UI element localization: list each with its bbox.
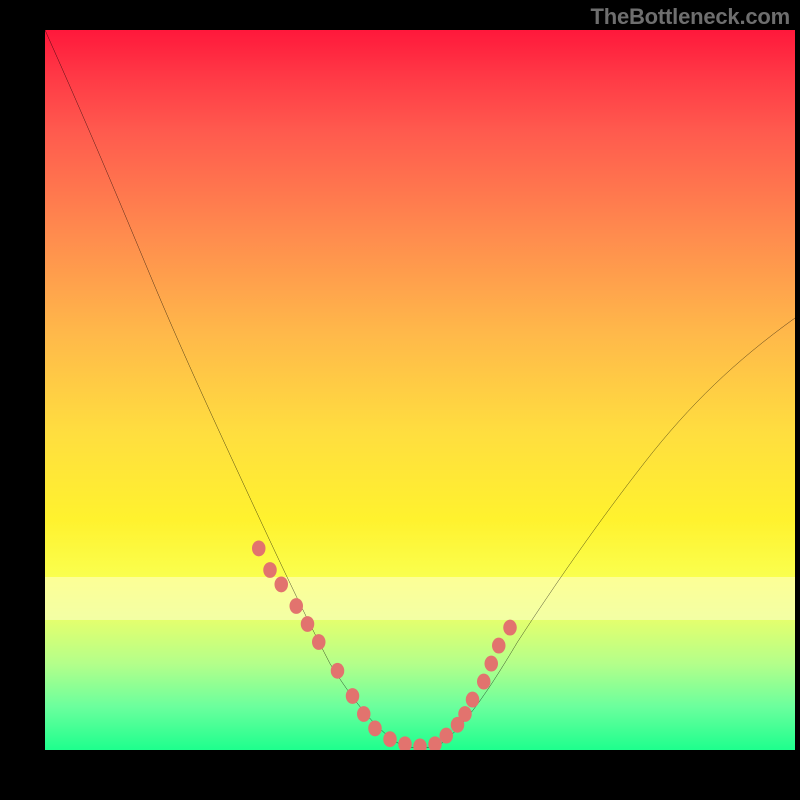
highlight-band (45, 577, 795, 620)
x-axis-gutter (45, 750, 795, 800)
watermark-text: TheBottleneck.com (590, 4, 790, 30)
curve-path (45, 30, 795, 748)
chart-frame: TheBottleneck.com (0, 0, 800, 800)
plot-area (45, 30, 795, 750)
highlight-points (45, 30, 795, 750)
bottleneck-curve (45, 30, 795, 750)
y-axis-gutter (0, 30, 45, 750)
